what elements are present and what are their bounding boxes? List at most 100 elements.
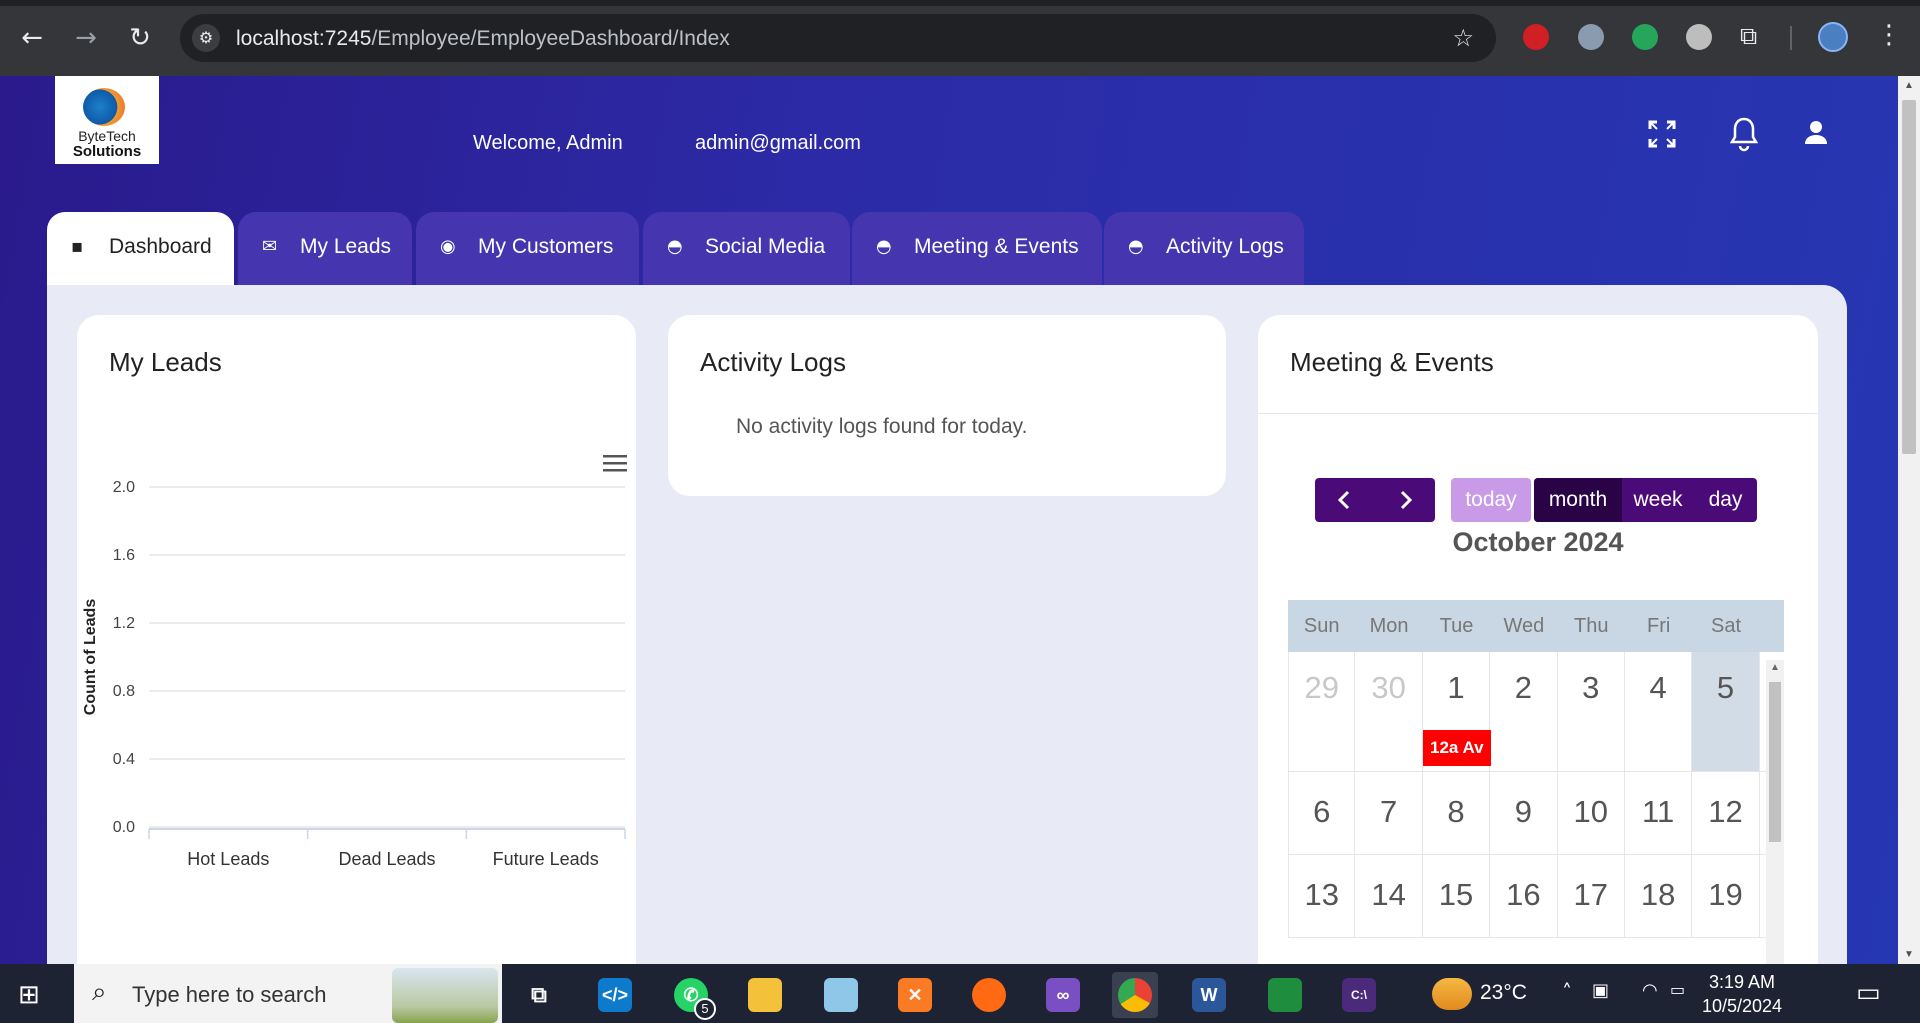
tab-social-media[interactable]: ◓ Social Media	[643, 212, 850, 285]
site-info-icon[interactable]: ⚙	[192, 24, 220, 52]
scroll-thumb[interactable]	[1769, 682, 1781, 842]
firefox-icon[interactable]	[966, 972, 1012, 1018]
extension-record-icon[interactable]	[1686, 24, 1712, 50]
calendar-week-button[interactable]: week	[1622, 478, 1694, 522]
notepad-icon[interactable]	[818, 972, 864, 1018]
scroll-thumb[interactable]	[1902, 100, 1916, 454]
scroll-down-icon[interactable]: ▼	[1904, 949, 1914, 960]
card-divider	[1258, 413, 1818, 414]
calendar-event[interactable]: 12a Av	[1422, 730, 1491, 766]
tab-my-leads[interactable]: ✉ My Leads	[238, 212, 412, 285]
y-axis-label: Count of Leads	[82, 599, 99, 716]
temperature-text[interactable]: 23°C	[1480, 981, 1527, 1005]
word-icon[interactable]: W	[1186, 972, 1232, 1018]
taskbar-search-box[interactable]: ⌕ Type here to search	[74, 964, 502, 1023]
search-highlight-image[interactable]	[392, 968, 498, 1023]
calendar-day-cell[interactable]: 2	[1490, 652, 1558, 771]
user-profile-icon[interactable]	[1804, 120, 1828, 146]
extensions-puzzle-icon[interactable]: ⧉	[1740, 22, 1757, 50]
back-icon[interactable]: ←	[14, 20, 50, 56]
tab-activity-logs[interactable]: ◓ Activity Logs	[1104, 212, 1304, 285]
scroll-up-icon[interactable]: ▲	[1770, 662, 1780, 673]
calendar-today-button[interactable]: today	[1451, 478, 1531, 522]
forward-icon[interactable]: →	[68, 20, 104, 56]
calendar-day-cell[interactable]: 12	[1692, 772, 1760, 854]
calendar-day-cell[interactable]: 19	[1692, 855, 1760, 937]
chevron-up-icon[interactable]: ˄	[1562, 980, 1572, 1004]
company-logo[interactable]: ByteTech Solutions	[55, 76, 159, 164]
calendar-day-cell[interactable]: 30	[1355, 652, 1423, 771]
windows-start-icon[interactable]: ⊞	[18, 980, 40, 1010]
calendar-day-cell[interactable]: 10	[1558, 772, 1625, 854]
tab-label: Dashboard	[109, 235, 212, 258]
calendar-day-cell[interactable]: 1 12a Av	[1422, 652, 1491, 771]
battery-icon[interactable]: ▭	[1670, 980, 1685, 999]
calendar-week-row: 6 7 8 9 10 11 12	[1288, 772, 1784, 855]
calendar-day-button[interactable]: day	[1694, 478, 1757, 522]
tray-device-icon[interactable]: ▣	[1592, 980, 1609, 1001]
calendar-day-cell[interactable]: 9	[1490, 772, 1558, 854]
address-bar[interactable]: ⚙ localhost:7245/Employee/EmployeeDashbo…	[180, 14, 1496, 62]
chart-menu-icon[interactable]	[603, 455, 627, 472]
day-number: 30	[1371, 670, 1406, 705]
tab-label: My Customers	[478, 235, 614, 258]
extension-adblock-icon[interactable]	[1523, 24, 1549, 50]
profile-avatar[interactable]	[1818, 22, 1848, 52]
calendar-day-cell[interactable]: 11	[1625, 772, 1693, 854]
page-scrollbar[interactable]: ▲ ▼	[1898, 76, 1920, 964]
file-explorer-icon[interactable]	[742, 972, 788, 1018]
chevron-right-icon	[1400, 490, 1413, 510]
chrome-icon[interactable]	[1112, 972, 1158, 1018]
calendar-day-cell[interactable]: 8	[1423, 772, 1491, 854]
basket-icon: ◓	[1128, 236, 1144, 257]
url-text[interactable]: localhost:7245/Employee/EmployeeDashboar…	[236, 27, 730, 51]
calendar-day-cell[interactable]: 6	[1288, 772, 1356, 854]
notification-center-icon[interactable]: ▭	[1856, 978, 1881, 1008]
day-number: 13	[1304, 877, 1339, 912]
whatsapp-icon[interactable]: ✆ 5	[668, 972, 716, 1020]
meet-icon[interactable]	[1262, 972, 1308, 1018]
calendar-day-cell[interactable]: 4	[1625, 652, 1693, 771]
visual-studio-icon[interactable]: ∞	[1040, 972, 1086, 1018]
calendar-day-cell-today[interactable]: 5	[1692, 652, 1760, 771]
vscode-icon[interactable]: </>	[592, 972, 638, 1018]
logo-text-line1: ByteTech	[78, 128, 136, 144]
clock[interactable]: 3:19 AM 10/5/2024	[1700, 970, 1784, 1018]
notification-bell-icon[interactable]	[1728, 116, 1760, 152]
calendar-day-cell[interactable]: 18	[1625, 855, 1693, 937]
calendar-day-cell[interactable]: 3	[1558, 652, 1625, 771]
calendar-month-button[interactable]: month	[1534, 478, 1622, 522]
calendar-scrollbar[interactable]: ▲ ▼	[1766, 660, 1784, 964]
task-view-icon[interactable]: ⧉	[516, 972, 562, 1018]
extension-shield-icon[interactable]	[1578, 24, 1604, 50]
scroll-up-icon[interactable]: ▲	[1904, 80, 1914, 91]
bookmark-star-icon[interactable]: ☆	[1452, 24, 1474, 52]
calendar-day-cell[interactable]: 13	[1288, 855, 1356, 937]
tab-dashboard[interactable]: ▪ Dashboard	[47, 212, 234, 285]
tab-my-customers[interactable]: ◉ My Customers	[416, 212, 639, 285]
calendar-day-cell[interactable]: 29	[1288, 652, 1356, 771]
weather-icon[interactable]	[1432, 978, 1472, 1010]
y-tick-label: 0.4	[113, 751, 135, 768]
calendar-prev-button[interactable]	[1315, 478, 1375, 522]
fullscreen-icon[interactable]	[1648, 120, 1676, 148]
calendar-day-cell[interactable]: 15	[1423, 855, 1491, 937]
xampp-icon[interactable]: ✕	[892, 972, 938, 1018]
tab-meeting-events[interactable]: ◓ Meeting & Events	[852, 212, 1102, 285]
day-number: 9	[1514, 794, 1532, 829]
wifi-icon[interactable]: ◠	[1642, 980, 1658, 1001]
weekday-label: Thu	[1574, 615, 1609, 637]
terminal-icon[interactable]: C:\	[1336, 972, 1382, 1018]
calendar-day-cell[interactable]: 14	[1355, 855, 1423, 937]
weekday-label: Sun	[1303, 615, 1340, 637]
browser-menu-icon[interactable]: ⋮	[1876, 20, 1902, 50]
x-tick-label: Hot Leads	[187, 849, 269, 869]
day-number: 8	[1447, 794, 1465, 829]
reload-icon[interactable]: ↻	[122, 20, 158, 56]
calendar-day-cell[interactable]: 16	[1490, 855, 1558, 937]
calendar-next-button[interactable]	[1375, 478, 1435, 522]
basket-icon: ◓	[876, 236, 892, 257]
extension-refresh-icon[interactable]	[1632, 24, 1658, 50]
calendar-day-cell[interactable]: 7	[1355, 772, 1423, 854]
calendar-day-cell[interactable]: 17	[1558, 855, 1625, 937]
